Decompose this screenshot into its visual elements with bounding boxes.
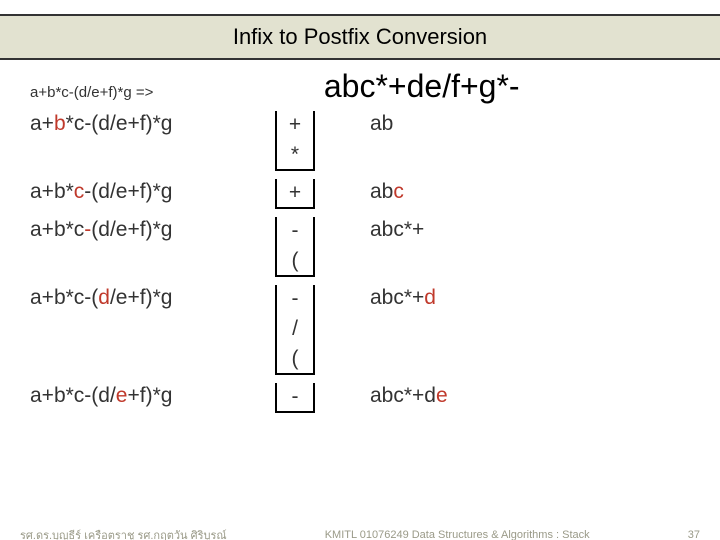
trace-stack: -/( xyxy=(260,285,330,375)
footer-page: 37 xyxy=(688,529,700,540)
trace-row: a+b*c-(d/e+f)*g+abc xyxy=(30,179,690,209)
trace-expr: a+b*c-(d/e+f)*g xyxy=(30,179,260,205)
trace-row: a+b*c-(d/e+f)*g+*ab xyxy=(30,111,690,171)
conversion-prompt: a+b*c-(d/e+f)*g => xyxy=(30,84,153,101)
trace-row: a+b*c-(d/e+f)*g-abc*+de xyxy=(30,383,690,413)
trace-output: abc xyxy=(330,179,404,205)
trace-stack: -( xyxy=(260,217,330,277)
trace-row: a+b*c-(d/e+f)*g-(abc*+ xyxy=(30,217,690,277)
conversion-result: abc*+de/f+g*- xyxy=(153,68,690,105)
trace-table: a+b*c-(d/e+f)*g+*aba+b*c-(d/e+f)*g+abca+… xyxy=(0,105,720,421)
trace-expr: a+b*c-(d/e+f)*g xyxy=(30,285,260,311)
trace-output: abc*+d xyxy=(330,285,436,311)
footer-course: KMITL 01076249 Data Structures & Algorit… xyxy=(227,529,688,540)
trace-stack: + xyxy=(260,179,330,209)
trace-output: ab xyxy=(330,111,393,137)
trace-output: abc*+ xyxy=(330,217,424,243)
trace-expr: a+b*c-(d/e+f)*g xyxy=(30,383,260,409)
trace-output: abc*+de xyxy=(330,383,448,409)
trace-stack: +* xyxy=(260,111,330,171)
trace-stack: - xyxy=(260,383,330,413)
trace-expr: a+b*c-(d/e+f)*g xyxy=(30,217,260,243)
footer-credits: รศ.ดร.บุญธีร์ เครือตราชู รศ.กฤตวัน ศิริบ… xyxy=(20,526,227,540)
trace-row: a+b*c-(d/e+f)*g-/(abc*+d xyxy=(30,285,690,375)
trace-expr: a+b*c-(d/e+f)*g xyxy=(30,111,260,137)
slide-title: Infix to Postfix Conversion xyxy=(0,14,720,60)
